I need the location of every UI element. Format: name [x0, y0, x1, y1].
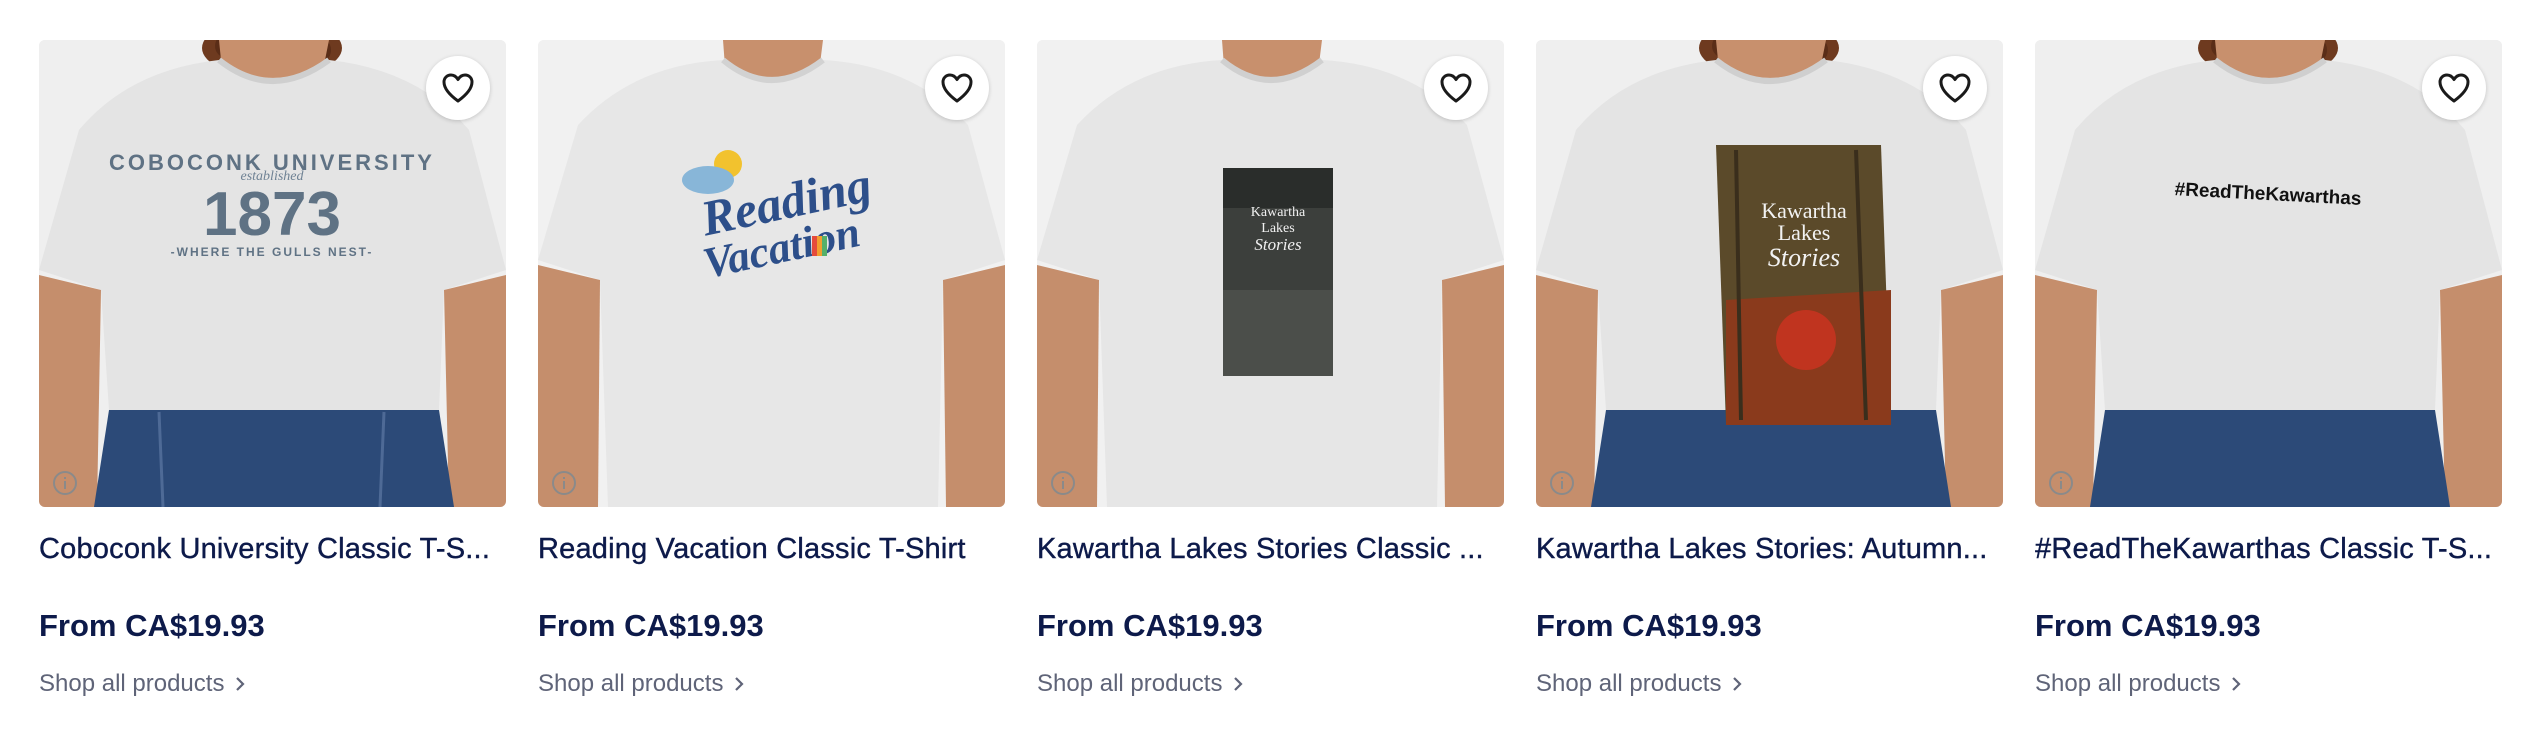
favorite-button[interactable]	[1424, 56, 1488, 120]
product-title[interactable]: Kawartha Lakes Stories: Autumn...	[1536, 533, 2003, 566]
product-image[interactable]: Kawartha Lakes Stories	[1037, 40, 1504, 507]
product-title[interactable]: Kawartha Lakes Stories Classic ...	[1037, 533, 1504, 566]
product-card[interactable]: #ReadTheKawarthas #ReadTheKawarthas Clas…	[2035, 40, 2502, 698]
info-icon[interactable]	[1049, 469, 1077, 497]
chevron-right-icon	[1733, 677, 1743, 691]
design-text: 1873	[203, 180, 341, 249]
shop-link-label: Shop all products	[2035, 670, 2221, 697]
product-card[interactable]: Reading Vacation Reading Vacation Classi…	[538, 40, 1005, 698]
heart-icon	[2438, 73, 2470, 103]
favorite-button[interactable]	[2422, 56, 2486, 120]
heart-icon	[941, 73, 973, 103]
info-icon[interactable]	[1548, 469, 1576, 497]
chevron-right-icon	[1234, 677, 1244, 691]
product-image[interactable]: Reading Vacation	[538, 40, 1005, 507]
shop-all-products-link[interactable]: Shop all products	[1037, 670, 1244, 698]
chevron-right-icon	[236, 677, 246, 691]
product-title[interactable]: Coboconk University Classic T-S...	[39, 533, 506, 566]
product-title[interactable]: Reading Vacation Classic T-Shirt	[538, 533, 1005, 566]
favorite-button[interactable]	[426, 56, 490, 120]
info-icon[interactable]	[550, 469, 578, 497]
design-text: Stories	[1254, 235, 1302, 254]
design-text: Kawartha	[1251, 205, 1306, 220]
shop-all-products-link[interactable]: Shop all products	[39, 670, 246, 698]
info-icon[interactable]	[2047, 469, 2075, 497]
favorite-button[interactable]	[925, 56, 989, 120]
product-price: From CA$19.93	[2035, 608, 2261, 643]
product-price: From CA$19.93	[1037, 608, 1263, 643]
shop-all-products-link[interactable]: Shop all products	[2035, 670, 2242, 698]
product-card[interactable]: COBOCONK UNIVERSITY established 1873 -WH…	[39, 40, 506, 698]
heart-icon	[1939, 73, 1971, 103]
product-grid: COBOCONK UNIVERSITY established 1873 -WH…	[39, 40, 2502, 698]
product-price: From CA$19.93	[1536, 608, 1762, 643]
product-image[interactable]: #ReadTheKawarthas	[2035, 40, 2502, 507]
design-text: Lakes	[1261, 221, 1294, 236]
product-card[interactable]: Kawartha Lakes Stories Kawartha Lakes St…	[1536, 40, 2003, 698]
shop-link-label: Shop all products	[1536, 670, 1722, 697]
product-price: From CA$19.93	[39, 608, 265, 643]
product-image[interactable]: COBOCONK UNIVERSITY established 1873 -WH…	[39, 40, 506, 507]
design-text: Stories	[1768, 243, 1840, 272]
favorite-button[interactable]	[1923, 56, 1987, 120]
shop-all-products-link[interactable]: Shop all products	[1536, 670, 1743, 698]
chevron-right-icon	[735, 677, 745, 691]
shop-all-products-link[interactable]: Shop all products	[538, 670, 745, 698]
heart-icon	[442, 73, 474, 103]
design-text: Lakes	[1778, 220, 1831, 245]
info-icon[interactable]	[51, 469, 79, 497]
product-title[interactable]: #ReadTheKawarthas Classic T-S...	[2035, 533, 2502, 566]
product-price: From CA$19.93	[538, 608, 764, 643]
product-card[interactable]: Kawartha Lakes Stories Kawartha Lakes St…	[1037, 40, 1504, 698]
heart-icon	[1440, 73, 1472, 103]
design-text: -WHERE THE GULLS NEST-	[171, 245, 374, 259]
shop-link-label: Shop all products	[1037, 670, 1223, 697]
product-image[interactable]: Kawartha Lakes Stories	[1536, 40, 2003, 507]
shop-link-label: Shop all products	[538, 670, 724, 697]
shop-link-label: Shop all products	[39, 670, 225, 697]
chevron-right-icon	[2232, 677, 2242, 691]
